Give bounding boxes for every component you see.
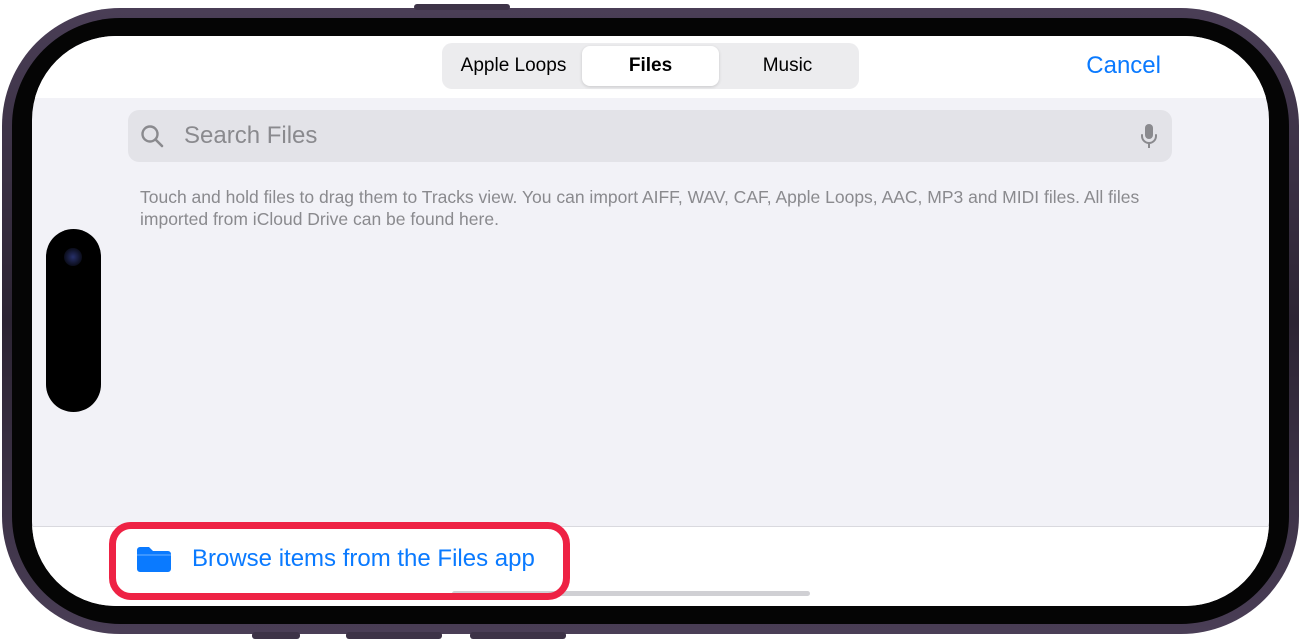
- volume-down-button: [470, 632, 566, 639]
- volume-up-button: [346, 632, 442, 639]
- highlight-annotation: [109, 522, 570, 600]
- dynamic-island: [46, 229, 101, 412]
- search-bar: [128, 110, 1172, 162]
- import-instructions: Touch and hold files to drag them to Tra…: [140, 187, 1140, 229]
- camera-lens: [64, 248, 82, 266]
- device-frame: Apple Loops Files Music Cancel Touch and…: [0, 0, 1301, 642]
- action-button: [252, 632, 300, 639]
- power-button: [414, 4, 510, 10]
- search-icon: [141, 125, 164, 148]
- search-input[interactable]: [184, 110, 1084, 162]
- microphone-icon[interactable]: [1140, 123, 1158, 151]
- tab-apple-loops[interactable]: Apple Loops: [445, 46, 582, 86]
- top-bar: Apple Loops Files Music Cancel: [32, 36, 1269, 98]
- tab-music[interactable]: Music: [719, 46, 856, 86]
- tab-files[interactable]: Files: [582, 46, 719, 86]
- cancel-button[interactable]: Cancel: [1086, 52, 1161, 80]
- screen: Apple Loops Files Music Cancel Touch and…: [32, 36, 1269, 606]
- source-segmented-control: Apple Loops Files Music: [442, 43, 859, 89]
